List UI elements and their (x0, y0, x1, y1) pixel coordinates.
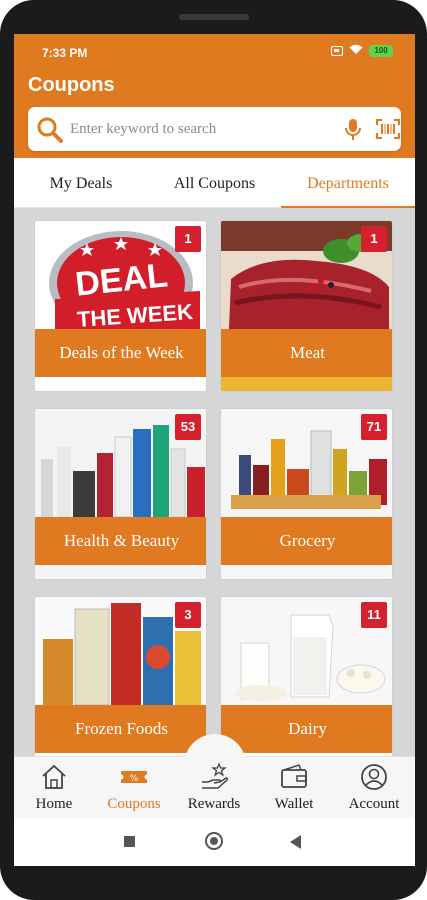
app-header: 7:33 PM 100 Coupons (14, 34, 415, 158)
nav-wallet-label: Wallet (274, 796, 314, 812)
tab-departments[interactable]: Departments (281, 158, 415, 208)
search-bar (28, 107, 401, 151)
search-icon[interactable] (36, 116, 64, 149)
department-card-grocery[interactable]: Grocery 71 (220, 408, 393, 580)
barcode-scan-icon[interactable] (376, 119, 400, 144)
app-screen: 7:33 PM 100 Coupons Enter keyword to sea… (14, 34, 415, 866)
nav-account[interactable]: Account (334, 756, 414, 818)
wallet-icon (279, 762, 309, 792)
department-card-health-beauty[interactable]: Health & Beauty 53 (34, 408, 207, 580)
coupon-percent-icon: % (118, 762, 150, 792)
page-title: Coupons (28, 74, 115, 96)
battery-icon: 100 (369, 45, 393, 57)
nav-coupons-label: Coupons (107, 796, 161, 812)
coupon-count-badge: 1 (175, 226, 201, 252)
status-bar: 7:33 PM 100 (14, 34, 415, 68)
department-card-deals-of-the-week[interactable]: DEAL THE WEEK Deals of the Week 1 (34, 220, 207, 392)
svg-text:%: % (130, 774, 139, 784)
phone-frame: 7:33 PM 100 Coupons Enter keyword to sea… (0, 0, 427, 900)
department-card-frozen-foods[interactable]: Frozen Foods 3 (34, 596, 207, 756)
nav-rewards-label: Rewards (187, 796, 241, 812)
tab-bar: My Deals All Coupons Departments (14, 158, 415, 208)
system-navigation-bar (14, 818, 415, 866)
department-label: Grocery (221, 517, 392, 565)
departments-grid: DEAL THE WEEK Deals of the Week 1 Meat 1… (14, 208, 415, 756)
speaker-grille (179, 14, 249, 20)
coupon-count-badge: 71 (361, 414, 387, 440)
department-card-meat[interactable]: Meat 1 (220, 220, 393, 392)
department-label: Meat (221, 329, 392, 377)
microphone-icon[interactable] (344, 118, 362, 147)
department-label: Frozen Foods (35, 705, 206, 753)
recent-apps-icon[interactable] (124, 836, 135, 847)
tab-all-coupons[interactable]: All Coupons (148, 158, 281, 208)
back-icon[interactable] (290, 835, 301, 849)
account-icon (359, 762, 389, 792)
coupon-count-badge: 1 (361, 226, 387, 252)
home-system-icon[interactable] (205, 832, 223, 850)
tab-my-deals[interactable]: My Deals (14, 158, 148, 208)
status-time: 7:33 PM (42, 46, 88, 60)
coupon-count-badge: 11 (361, 602, 387, 628)
sim-icon (331, 46, 343, 56)
nav-coupons[interactable]: % Coupons (94, 756, 174, 818)
nav-account-label: Account (348, 796, 400, 812)
nav-home-label: Home (35, 796, 73, 812)
search-input[interactable] (70, 117, 320, 141)
nav-wallet[interactable]: Wallet (254, 756, 334, 818)
home-icon (39, 762, 69, 792)
nav-home[interactable]: Home (14, 756, 94, 818)
wifi-icon (349, 44, 363, 58)
department-card-dairy[interactable]: Dairy 11 (220, 596, 393, 756)
rewards-hand-star-icon (199, 762, 229, 792)
department-label: Dairy (221, 705, 392, 753)
department-label: Health & Beauty (35, 517, 206, 565)
nav-rewards[interactable]: Rewards (174, 756, 254, 818)
coupon-count-badge: 3 (175, 602, 201, 628)
coupon-count-badge: 53 (175, 414, 201, 440)
department-label: Deals of the Week (35, 329, 206, 377)
